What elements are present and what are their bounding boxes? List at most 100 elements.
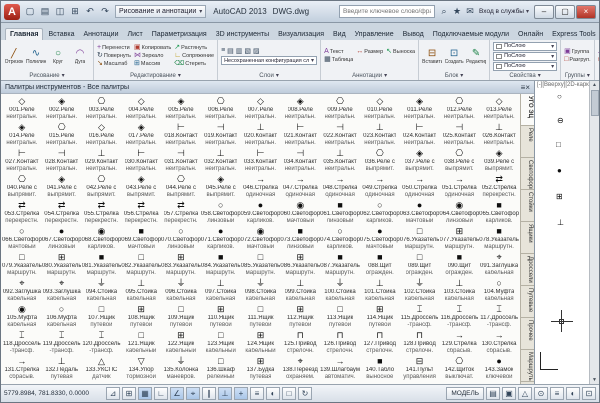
palette-item[interactable]: ⌖093.Заглушкакабельная [42, 278, 82, 304]
palette-item[interactable]: ◉105.Муфтакабельная [2, 304, 42, 330]
palette-item[interactable]: ◈041.Реле свыпрямит. [42, 174, 82, 200]
palette-item[interactable]: ⎔036.Реле свыпрямит. [360, 148, 400, 174]
ribbon-tab[interactable]: Главная [5, 28, 43, 40]
palette-item[interactable]: □089.Щитогражден. [400, 252, 440, 278]
minimize-button[interactable]: – [534, 5, 554, 19]
plot-icon[interactable]: ⊞ [68, 5, 82, 19]
palette-item[interactable]: ⏚135.Колонкаманевров. [161, 356, 201, 382]
object-snap-toggle[interactable]: ⌖ [186, 387, 200, 400]
palette-item[interactable]: ○058.Светофорлинзовый [201, 200, 241, 226]
palette-tab[interactable]: Путевые [521, 286, 534, 318]
property-combo[interactable]: ПоСлою▾ [493, 62, 557, 71]
dynamic-ucs-toggle[interactable]: ⊥ [218, 387, 232, 400]
close-button[interactable]: × [576, 5, 596, 19]
layer-tool-icon[interactable]: ≡ [221, 47, 225, 55]
layer-tool-icon[interactable]: ▨ [253, 47, 260, 55]
palette-item[interactable]: ◈014.Реленейтральн. [2, 122, 42, 148]
palette-item[interactable]: ⌖092.Заглушкакабельная [2, 278, 42, 304]
palette-item[interactable]: ⊞122.Ящиккабельный [161, 330, 201, 356]
palette-item[interactable]: ⊥020.Контактнейтральн. [241, 122, 281, 148]
ribbon-button[interactable]: ◠Дуга [70, 48, 90, 65]
toolbar-lock-button[interactable]: ≡ [550, 387, 564, 400]
palette-item[interactable]: ⊞108.Ящикпутевой [121, 304, 161, 330]
layer-tool-icon[interactable]: ▥ [236, 47, 243, 55]
ribbon-button[interactable]: ↗Растянуть [174, 44, 214, 52]
block-square[interactable]: □ [556, 141, 561, 149]
palette-item[interactable]: ⊣025.Контактнейтральн. [439, 122, 479, 148]
palette-item[interactable]: →049.Стрелкаодиночная [360, 174, 400, 200]
palette-item[interactable]: ▽134.Упортормозной [121, 356, 161, 382]
palette-item[interactable]: →131.Стрелкасбрасыв. [2, 356, 42, 382]
palette-item[interactable]: ◈008.Реленейтральн. [280, 96, 320, 122]
palette-item[interactable]: ◉068.Светофоркарликов. [82, 226, 122, 252]
palette-item[interactable]: ⊞110.Ящикпутевой [201, 304, 241, 330]
panel-title[interactable]: Свойства▾ [490, 72, 560, 80]
workspace-switcher[interactable]: Рисование и аннотации ▾ [115, 5, 206, 18]
palette-item[interactable]: □109.Ящикпутевой [161, 304, 201, 330]
palette-item[interactable]: ⊓125.Приводстрелочн. [280, 330, 320, 356]
palette-item[interactable]: ■090.Щитогражден. [439, 252, 479, 278]
palette-item[interactable]: □107.Ящикпутевой [82, 304, 122, 330]
cleanscreen-button[interactable]: ⊡ [582, 387, 596, 400]
palette-item[interactable]: ⇄055.Стрелкаперекрестн. [82, 200, 122, 226]
mail-icon[interactable]: ✉ [464, 6, 476, 17]
panel-title[interactable]: Аннотации▾ [321, 72, 418, 80]
palette-item[interactable]: →047.Стрелкаодиночная [280, 174, 320, 200]
palette-item[interactable]: ◈017.Реленейтральн. [121, 122, 161, 148]
palette-item[interactable]: ⇄052.Стрелкаперекрестн. [479, 174, 519, 200]
palette-item[interactable]: ⇄057.Стрелкаперекрестн. [161, 200, 201, 226]
ribbon-button[interactable]: ↔Размер [356, 48, 383, 56]
block-circle-bar[interactable]: ⊖ [557, 117, 564, 125]
ribbon-button[interactable]: ∟Сопряжение [174, 52, 214, 60]
palette-item[interactable]: ⊥032.Контактнейтральн. [201, 148, 241, 174]
dynamic-input-toggle[interactable]: + [234, 387, 248, 400]
palette-item[interactable]: ◈037.Реле свыпрямит. [400, 148, 440, 174]
scroll-up-icon[interactable]: ▲ [592, 81, 597, 89]
palette-item[interactable]: ⊣019.Контактнейтральн. [201, 122, 241, 148]
layer-tool-icon[interactable]: ▤ [227, 47, 234, 55]
grid-display-toggle[interactable]: ▦ [138, 387, 152, 400]
palette-item[interactable]: ⎔038.Реле свыпрямит. [439, 148, 479, 174]
palette-title-bar[interactable]: Палитры инструментов - Все палитры ≡× [1, 81, 534, 94]
palette-item[interactable]: ◈039.Реле свыпрямит. [479, 148, 519, 174]
palette-item[interactable]: ⇄056.Стрелкаперекрестн. [121, 200, 161, 226]
palette-item[interactable]: →048.Стрелкаодиночная [320, 174, 360, 200]
undo-icon[interactable]: ↶ [83, 5, 97, 19]
palette-item[interactable]: ⇄054.Стрелкаперекрестн. [42, 200, 82, 226]
workspace-switching-button[interactable]: ⊙ [534, 387, 548, 400]
palette-item[interactable]: ■078.Указательмаршрутн. [479, 226, 519, 252]
ribbon-button[interactable]: ∿Полилиния [26, 48, 46, 65]
model-tab-button[interactable]: МОДЕЛЬ [446, 387, 484, 400]
ribbon-button[interactable]: ∠Измерить [598, 48, 599, 56]
palette-item[interactable]: ⊥097.Стойкакабельная [201, 278, 241, 304]
palette-item[interactable]: ⊣034.Контактнейтральн. [280, 148, 320, 174]
palette-item[interactable]: ⎔015.Реленейтральн. [42, 122, 82, 148]
layout-space-button[interactable]: ▣ [502, 387, 516, 400]
ribbon-button[interactable]: ⌫Стереть [174, 60, 214, 68]
palette-item[interactable]: ⌶120.Дроссель-трансф. [82, 330, 122, 356]
ribbon-tab[interactable]: Express Tools [548, 29, 599, 40]
ribbon-button[interactable]: ▣Копировать [134, 44, 171, 52]
palette-item[interactable]: →051.Стрелкаодиночная [439, 174, 479, 200]
panel-title[interactable]: Группы▾ [561, 72, 594, 80]
palette-item[interactable]: ○104.Муфтакабельная [479, 278, 519, 304]
block-circle[interactable]: ○ [557, 93, 562, 101]
ribbon-tab[interactable]: Вставка [44, 29, 78, 40]
restore-button[interactable]: ▢ [555, 5, 575, 19]
ribbon-tab[interactable]: Вид [329, 29, 350, 40]
snap-mode-toggle[interactable]: ⊞ [122, 387, 136, 400]
polar-tracking-toggle[interactable]: ∠ [170, 387, 184, 400]
drawing-canvas[interactable]: [-][Вверху][2D-каркас] ○⊖□●⊞⊥ ▲ ▼ [535, 81, 599, 384]
palette-item[interactable]: ⊥103.Стойкакабельная [439, 278, 479, 304]
palette-item[interactable]: ⊞077.Указательмаршрутн. [439, 226, 479, 252]
palette-item[interactable]: ●067.Светофорлинзовый [42, 226, 82, 252]
open-file-icon[interactable]: ▤ [38, 5, 52, 19]
palette-item[interactable]: ■088.Щитогражден. [360, 252, 400, 278]
transparency-toggle[interactable]: ◐ [266, 387, 280, 400]
model-space-button[interactable]: ▤ [486, 387, 500, 400]
palette-item[interactable]: ⊓126.Приводстрелочн. [320, 330, 360, 356]
palette-tab[interactable]: Прочее [521, 318, 534, 350]
palette-item[interactable]: ⊢033.Контактнейтральн. [241, 148, 281, 174]
star-icon[interactable]: ★ [451, 6, 463, 17]
palette-item[interactable]: ⌶116.Дроссель-трансф. [439, 304, 479, 330]
